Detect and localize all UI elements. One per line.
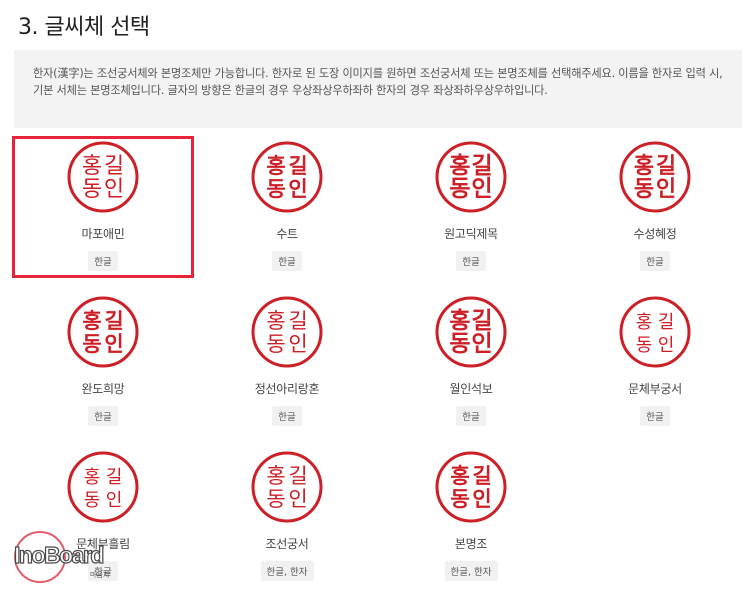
- font-name-label: 완도희망: [81, 382, 125, 396]
- stamp-char: 길: [106, 467, 123, 488]
- font-name-label: 본명조: [454, 537, 488, 551]
- stamp-char: 홍: [450, 463, 469, 488]
- stamp-char: 길: [472, 463, 491, 488]
- stamp-char: 홍: [266, 309, 285, 333]
- stamp-char: 동: [449, 330, 470, 357]
- stamp-char: 홍: [634, 154, 654, 179]
- font-name-label: 수성혜정: [633, 227, 677, 241]
- stamp-char: 동: [449, 176, 470, 202]
- font-name-label: 마포애민: [81, 227, 125, 241]
- stamp-char: 인: [471, 176, 492, 202]
- stamp-preview-icon: 홍 길동 인: [251, 451, 323, 523]
- font-name-label: 수트: [276, 227, 298, 241]
- font-option-1[interactable]: 홍 길 동 인수트한글: [196, 136, 378, 278]
- stamp-char: 홍: [82, 154, 102, 179]
- stamp-preview-icon: 홍 길동 인: [619, 296, 691, 368]
- font-option-4[interactable]: 홍 길 동 인완도희망한글: [12, 291, 194, 433]
- stamp-char: 인: [656, 177, 676, 202]
- stamp-char: 동: [266, 332, 285, 356]
- stamp-char: 인: [471, 330, 492, 357]
- stamp-char: 길: [288, 464, 307, 488]
- stamp-char: 인: [472, 486, 491, 511]
- stamp-preview-icon: 홍 길동 인: [435, 451, 507, 523]
- font-name-label: 월인석보: [449, 382, 493, 396]
- font-support-tag: 한글: [640, 406, 670, 426]
- stamp-char: 홍: [84, 467, 101, 488]
- stamp-char: 인: [106, 490, 123, 511]
- stamp-preview-icon: 홍 길동 인: [251, 141, 323, 213]
- font-support-tag: 한글: [640, 251, 670, 271]
- stamp-char: 홍: [636, 312, 653, 333]
- stamp-char: 인: [104, 177, 124, 202]
- font-support-tag: 한글: [272, 251, 302, 271]
- stamp-char: 동: [82, 177, 102, 202]
- stamp-char: 동: [84, 490, 101, 511]
- stamp-char: 동: [266, 177, 285, 201]
- stamp-char: 홍: [266, 464, 285, 488]
- stamp-char: 홍: [82, 309, 101, 333]
- stamp-char: 인: [288, 177, 307, 201]
- stamp-char: 인: [658, 335, 675, 356]
- stamp-char: 홍: [266, 154, 285, 178]
- watermark-subtext: 마음치: [90, 571, 110, 579]
- stamp-char: 인: [104, 332, 123, 356]
- stamp-preview-icon: 홍 길동 인: [67, 141, 139, 213]
- font-name-label: 원고딕제목: [444, 227, 498, 241]
- stamp-char: 길: [288, 309, 307, 333]
- stamp-char: 길: [104, 154, 124, 179]
- stamp-preview-icon: 홍 길동 인: [67, 296, 139, 368]
- stamp-char: 인: [288, 487, 307, 511]
- font-name-label: 정선아리랑혼: [254, 382, 320, 396]
- font-support-tag: 한글: [88, 406, 118, 426]
- stamp-char: 길: [658, 312, 675, 333]
- stamp-char: 길: [656, 154, 676, 179]
- font-grid: 홍 길 동 인 마포애민 한글 홍 길 동 인 수트 한글 홍 길 동 인 원고딕제목 한글 홍 길 동 인 수성혜정 한글 홍…: [0, 0, 750, 600]
- font-support-tag: 한글: [456, 406, 486, 426]
- font-option-5[interactable]: 홍 길 동 인정선아리랑혼한글: [196, 291, 378, 433]
- font-name-label: 조선궁서: [265, 537, 309, 551]
- inoboard-watermark: InoBoard 마음치: [12, 528, 124, 586]
- font-option-6[interactable]: 홍 길 동 인월인석보한글: [380, 291, 562, 433]
- font-support-tag: 한글, 한자: [444, 561, 498, 581]
- font-option-2[interactable]: 홍 길 동 인원고딕제목한글: [380, 136, 562, 278]
- stamp-char: 동: [450, 486, 469, 511]
- stamp-char: 길: [104, 309, 123, 333]
- stamp-preview-icon: 홍 길동 인: [619, 141, 691, 213]
- stamp-char: 동: [634, 177, 654, 202]
- watermark-text: InoBoard: [13, 541, 105, 568]
- font-name-label: 문체부궁서: [628, 382, 682, 396]
- stamp-preview-icon: 홍 길동 인: [67, 451, 139, 523]
- stamp-char: 동: [266, 487, 285, 511]
- font-support-tag: 한글: [456, 251, 486, 271]
- stamp-char: 길: [288, 154, 307, 178]
- stamp-preview-icon: 홍 길동 인: [435, 296, 507, 368]
- font-option-10[interactable]: 홍 길 동 인본명조한글, 한자: [380, 446, 562, 588]
- stamp-char: 동: [636, 335, 653, 356]
- font-option-0[interactable]: 홍 길 동 인마포애민한글: [12, 136, 194, 278]
- font-support-tag: 한글, 한자: [260, 561, 314, 581]
- stamp-char: 동: [82, 332, 101, 356]
- font-support-tag: 한글: [272, 406, 302, 426]
- stamp-preview-icon: 홍 길동 인: [435, 141, 507, 213]
- font-support-tag: 한글: [88, 251, 118, 271]
- stamp-preview-icon: 홍 길동 인: [251, 296, 323, 368]
- stamp-char: 인: [288, 332, 307, 356]
- font-option-9[interactable]: 홍 길 동 인조선궁서한글, 한자: [196, 446, 378, 588]
- font-option-3[interactable]: 홍 길 동 인수성혜정한글: [564, 136, 746, 278]
- font-option-7[interactable]: 홍 길 동 인문체부궁서한글: [564, 291, 746, 433]
